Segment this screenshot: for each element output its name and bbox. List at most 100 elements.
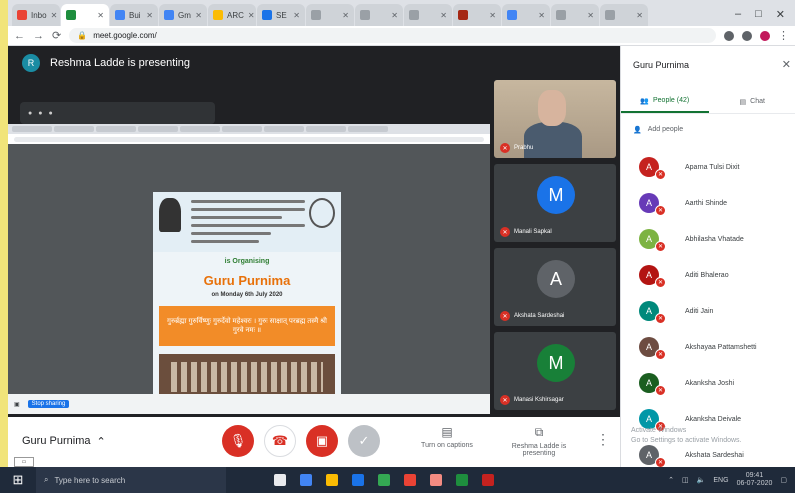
close-tab-icon[interactable]: ✕ <box>587 11 594 20</box>
captions-button[interactable]: ▤ Turn on captions <box>412 425 482 449</box>
captions-check-button[interactable]: ✓ <box>348 425 380 457</box>
tray-clock[interactable]: 09:41 06-07-2020 <box>737 472 773 488</box>
taskbar-app-icon[interactable] <box>430 474 442 486</box>
meet-stage: R Reshma Ladde is presenting ● ● ● is Or… <box>8 46 620 417</box>
bookmark-icon[interactable] <box>742 30 752 41</box>
add-people-button[interactable]: 👤 Add people <box>633 126 683 134</box>
leave-call-button[interactable]: ☎ <box>264 425 296 457</box>
participant-row[interactable]: A ✕ Aparna Tulsi Dixit <box>621 149 795 185</box>
chevron-up-icon[interactable]: ⌃ <box>668 476 674 484</box>
browser-tab[interactable]: ARC ✕ <box>208 4 256 26</box>
participant-tile[interactable]: A ✕ Akshata Sardeshai <box>494 248 616 326</box>
close-icon[interactable]: ✕ <box>782 58 791 71</box>
taskbar-app-icon[interactable] <box>482 474 494 486</box>
close-tab-icon[interactable]: ✕ <box>248 11 255 20</box>
mic-off-icon: ✕ <box>655 241 666 252</box>
browser-tab[interactable]: ✕ <box>453 4 501 26</box>
participant-tile[interactable]: M ✕ Manali Sapkal <box>494 164 616 242</box>
profile-avatar[interactable] <box>760 30 770 41</box>
close-tab-icon[interactable]: ✕ <box>489 11 496 20</box>
volume-icon[interactable]: 🔈 <box>697 476 706 484</box>
participant-row[interactable]: A ✕ Akshayaa Pattamshetti <box>621 329 795 365</box>
participant-row[interactable]: A ✕ Abhilasha Vhatade <box>621 221 795 257</box>
poster-emblem <box>309 198 335 228</box>
network-icon[interactable]: ◫ <box>682 476 689 484</box>
taskbar-app-icon[interactable] <box>378 474 390 486</box>
browser-tab[interactable]: ✕ <box>551 4 599 26</box>
close-tab-icon[interactable]: ✕ <box>293 11 300 20</box>
presenting-button[interactable]: ⧉ Reshma Ladde is presenting <box>504 425 574 457</box>
notifications-icon[interactable]: ▢ <box>780 476 787 484</box>
browser-tab[interactable]: ✕ <box>502 4 550 26</box>
participant-name: Akanksha Joshi <box>685 379 735 387</box>
chevron-up-icon: ⌃ <box>96 436 106 448</box>
close-tab-icon[interactable]: ✕ <box>391 11 398 20</box>
url-input[interactable]: 🔒 meet.google.com/ <box>69 28 716 43</box>
close-tab-icon[interactable]: ✕ <box>195 11 202 20</box>
browser-tab[interactable]: ✕ <box>306 4 354 26</box>
address-bar: ← → ⟳ 🔒 meet.google.com/ ⋮ <box>8 26 795 46</box>
browser-tab[interactable]: SE ✕ <box>257 4 305 26</box>
taskbar-app-icon[interactable] <box>352 474 364 486</box>
participant-row[interactable]: A ✕ Aarthi Shinde <box>621 185 795 221</box>
participant-row[interactable]: A ✕ Aditi Jain <box>621 293 795 329</box>
tab-chat[interactable]: ▤ Chat <box>709 90 795 113</box>
browser-tab-strip: Inbo ✕ ✕ Bui ✕ Gm ✕ ARC ✕ SE ✕ ✕ ✕ ✕ ✕ ✕ ✕ ✕ – □ ✕ <box>8 0 795 26</box>
participant-avatar: A ✕ <box>639 373 666 396</box>
camera-toggle-button[interactable]: ▣ <box>306 425 338 457</box>
taskbar-app-icon[interactable] <box>274 474 286 486</box>
participant-tile[interactable]: ✕ Prabhu <box>494 80 616 158</box>
taskbar-search-input[interactable]: ⌕ Type here to search <box>36 467 226 493</box>
mic-off-icon: ✕ <box>655 313 666 324</box>
back-icon[interactable]: ← <box>14 30 25 42</box>
system-tray: ⌃ ◫ 🔈 ENG 09:41 06-07-2020 ▢ <box>668 472 795 488</box>
tile-name-tag: ✕ Manasi Kshirsagar <box>500 395 564 405</box>
close-tab-icon[interactable]: ✕ <box>97 11 104 20</box>
close-tab-icon[interactable]: ✕ <box>342 11 349 20</box>
browser-tab[interactable]: Inbo ✕ <box>12 4 60 26</box>
maximize-icon[interactable]: □ <box>755 8 762 20</box>
close-tab-icon[interactable]: ✕ <box>51 11 58 20</box>
participant-row[interactable]: A ✕ Aditi Bhalerao <box>621 257 795 293</box>
reload-icon[interactable]: ⟳ <box>52 29 61 42</box>
close-tab-icon[interactable]: ✕ <box>440 11 447 20</box>
stop-sharing-button[interactable]: Stop sharing <box>27 400 70 408</box>
browser-tab[interactable]: ✕ <box>404 4 452 26</box>
tray-language[interactable]: ENG <box>713 477 728 484</box>
more-vert-icon[interactable]: ⋮ <box>596 431 610 448</box>
extension-icon[interactable] <box>724 30 734 41</box>
taskbar-app-icon[interactable] <box>326 474 338 486</box>
close-tab-icon[interactable]: ✕ <box>636 11 643 20</box>
browser-tab[interactable]: ✕ <box>61 4 109 26</box>
browser-tab[interactable]: Gm ✕ <box>159 4 207 26</box>
activate-windows-watermark: Activate Windows Go to Settings to activ… <box>631 426 742 446</box>
close-tab-icon[interactable]: ✕ <box>538 11 545 20</box>
participant-name: Aparna Tulsi Dixit <box>685 163 740 171</box>
mic-off-icon: ✕ <box>655 277 666 288</box>
minimize-icon[interactable]: – <box>735 8 741 20</box>
close-tab-icon[interactable]: ✕ <box>146 11 153 20</box>
mic-off-icon: ✕ <box>500 311 510 321</box>
participant-name: Aditi Bhalerao <box>685 271 729 279</box>
tab-favicon-icon <box>66 10 76 20</box>
browser-tab[interactable]: Bui ✕ <box>110 4 158 26</box>
participant-name: Akshayaa Pattamshetti <box>685 343 757 351</box>
mic-toggle-button[interactable]: 🎙 <box>222 425 254 457</box>
tab-people[interactable]: 👥 People (42) <box>621 90 709 113</box>
taskbar-app-icon[interactable] <box>300 474 312 486</box>
tab-favicon-icon <box>556 10 566 20</box>
forward-icon[interactable]: → <box>33 30 44 42</box>
browser-menu-icon[interactable]: ⋮ <box>778 29 789 42</box>
browser-tab[interactable]: ✕ <box>600 4 648 26</box>
windows-start-icon[interactable]: ⊞ <box>0 467 36 493</box>
taskbar-app-icon[interactable] <box>456 474 468 486</box>
meeting-details-button[interactable]: Guru Purnima ⌃ <box>22 435 106 448</box>
participant-tile[interactable]: M ✕ Manasi Kshirsagar <box>494 332 616 410</box>
tab-favicon-icon <box>507 10 517 20</box>
close-window-icon[interactable]: ✕ <box>776 8 785 21</box>
browser-tab[interactable]: ✕ <box>355 4 403 26</box>
tab-favicon-icon <box>164 10 174 20</box>
taskbar-app-icon[interactable] <box>404 474 416 486</box>
participant-row[interactable]: A ✕ Akanksha Joshi <box>621 365 795 401</box>
participant-initial: A <box>645 342 652 352</box>
